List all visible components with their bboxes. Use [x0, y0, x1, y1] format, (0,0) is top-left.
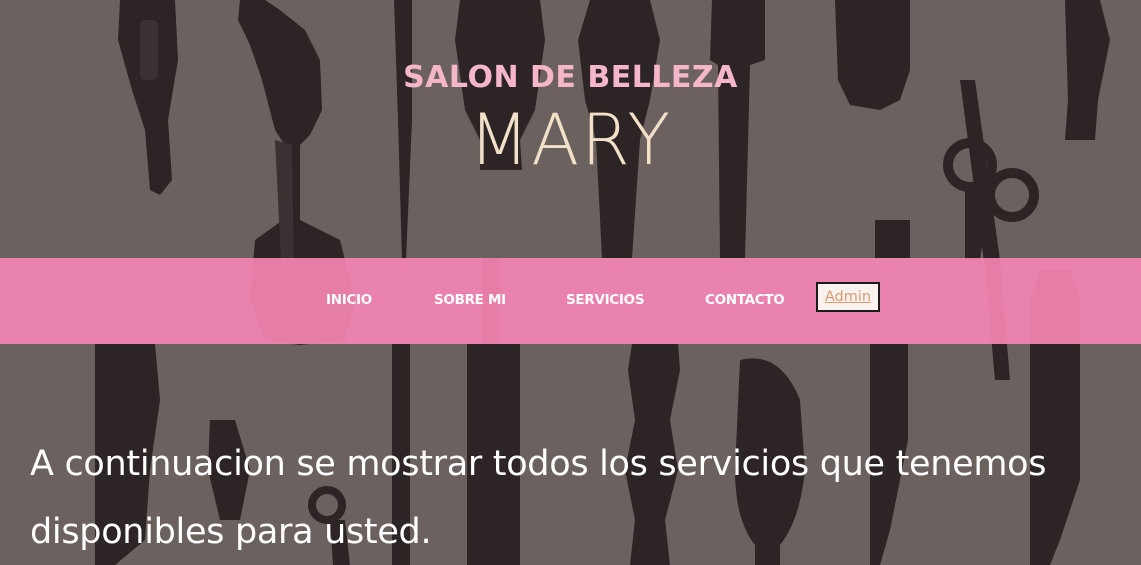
nav-link-inicio[interactable]: INICIO	[326, 292, 372, 308]
nav-link-sobre-mi[interactable]: SOBRE MI	[434, 292, 506, 308]
brand-title: SALON DE BELLEZA	[403, 60, 738, 95]
main-navbar: INICIO SOBRE MI SERVICIOS CONTACTO Admin	[0, 258, 1141, 344]
admin-button[interactable]: Admin	[816, 282, 880, 312]
site-header: SALON DE BELLEZA MARY	[0, 0, 1141, 258]
services-intro-text: A continuacion se mostrar todos los serv…	[30, 444, 1047, 552]
nav-link-contacto[interactable]: CONTACTO	[705, 292, 785, 308]
brand-name: MARY	[468, 99, 673, 181]
page: SALON DE BELLEZA MARY INICIO SOBRE MI SE…	[0, 0, 1141, 565]
nav-link-servicios[interactable]: SERVICIOS	[566, 292, 645, 308]
